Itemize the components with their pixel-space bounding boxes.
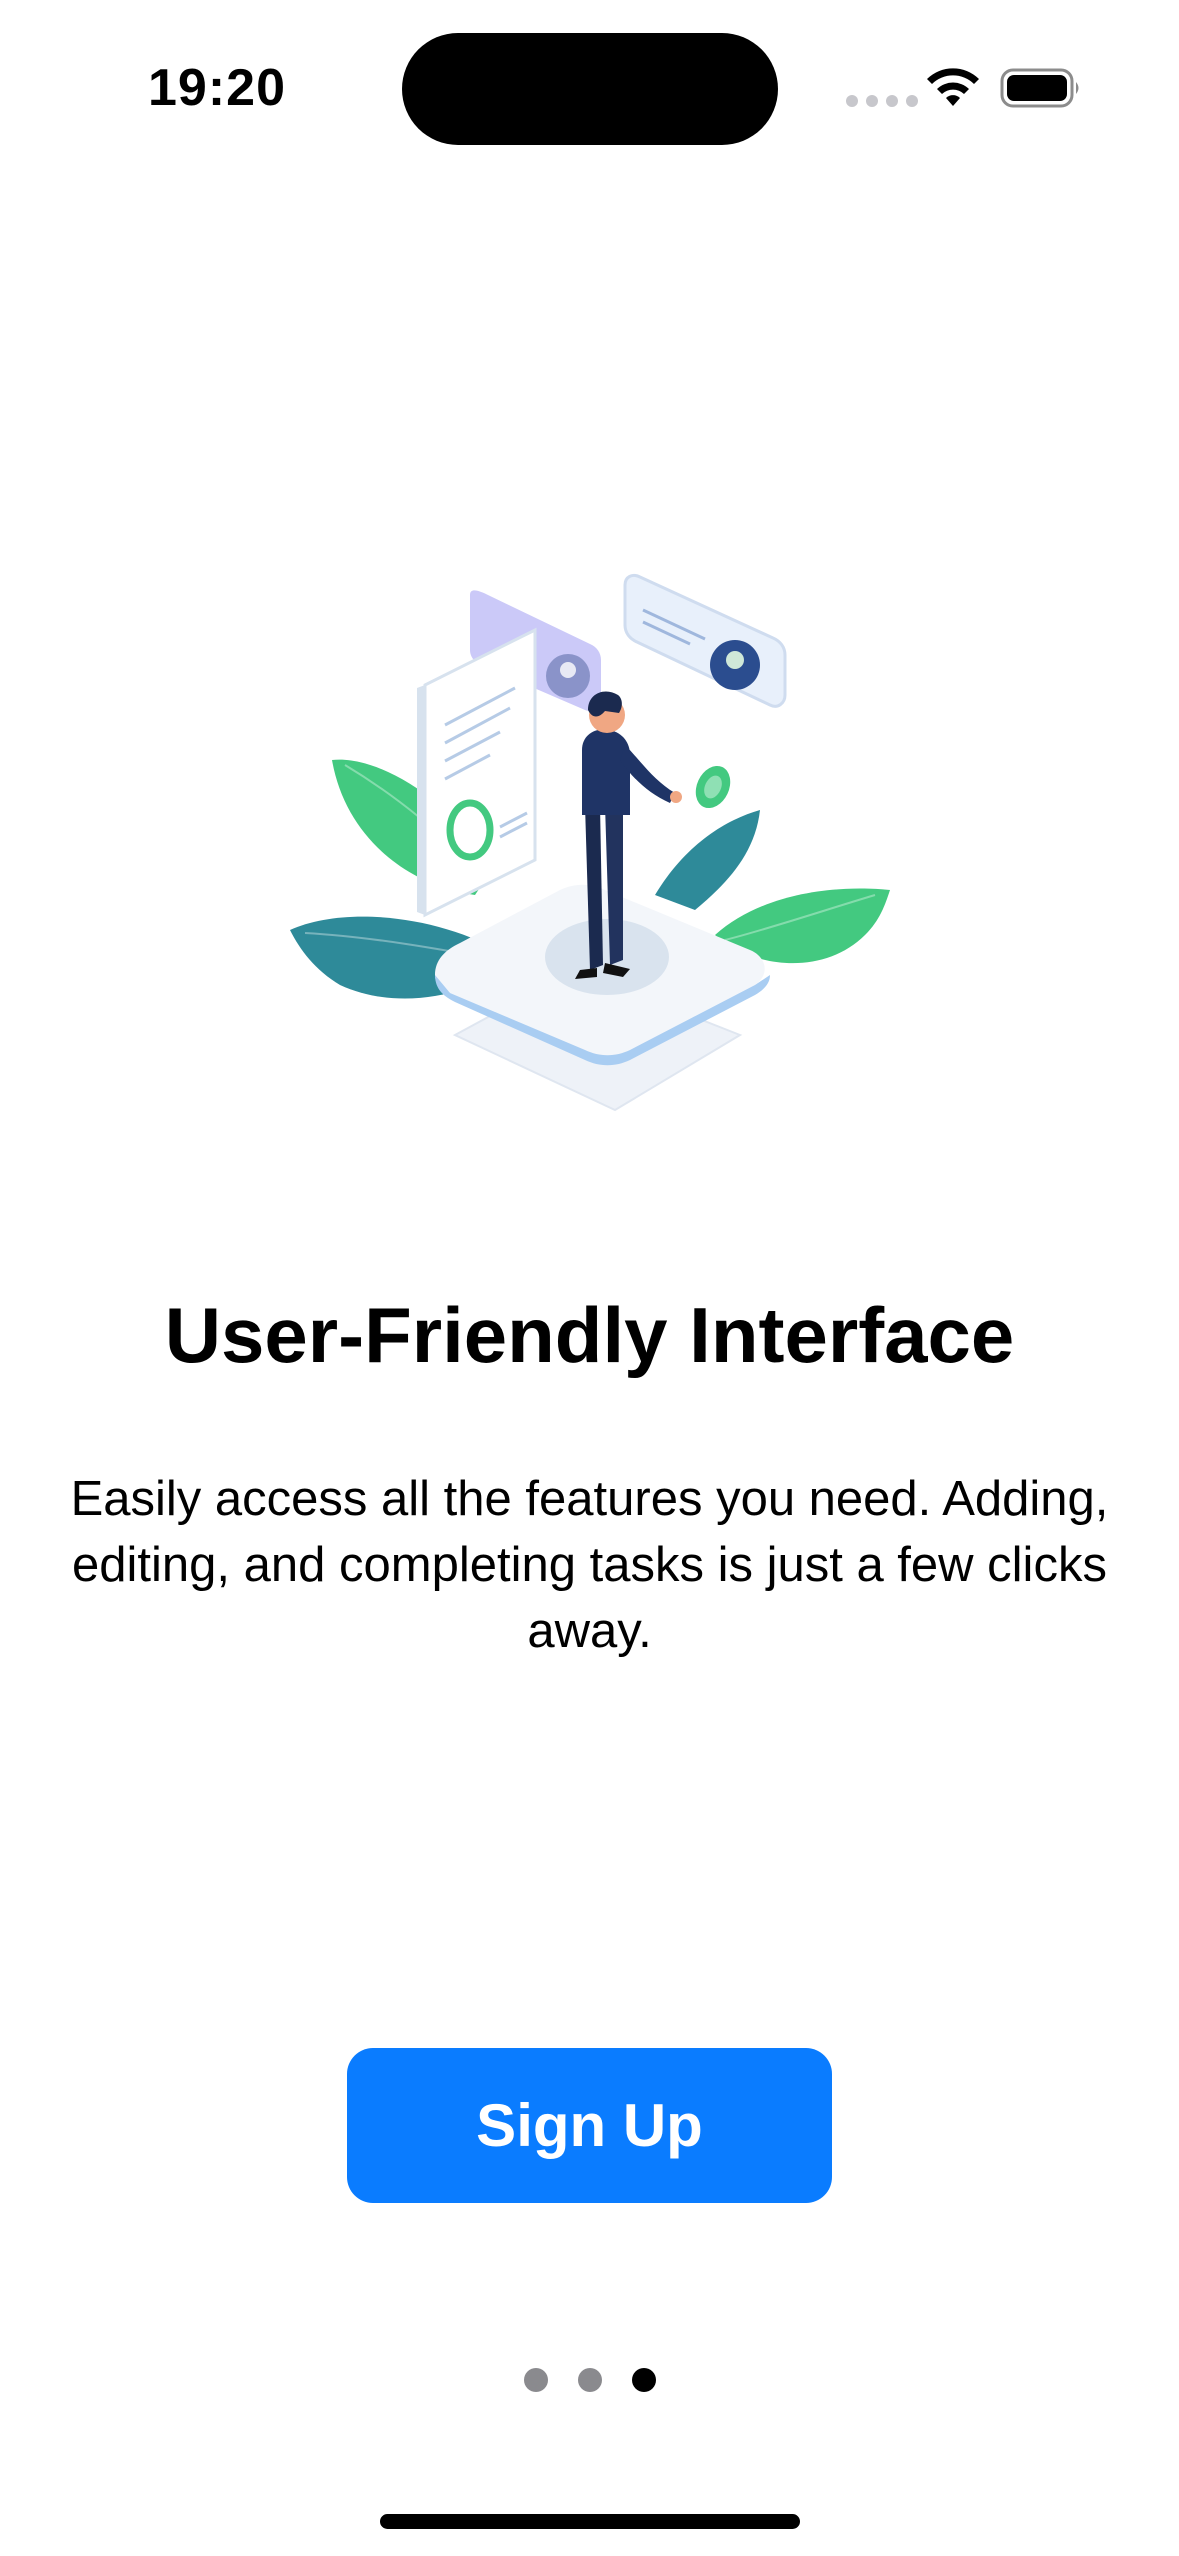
page-dot-3[interactable] <box>632 2368 656 2392</box>
document-card <box>423 627 537 918</box>
page-indicator[interactable] <box>524 2368 656 2392</box>
status-time: 19:20 <box>148 59 286 117</box>
wifi-icon <box>927 68 979 106</box>
cellular-signal-icon <box>846 95 918 107</box>
battery-icon <box>1000 68 1079 108</box>
onboarding-description: Easily access all the features you need.… <box>70 1472 1109 1658</box>
suit-jacket <box>582 729 630 815</box>
page-dot-2[interactable] <box>578 2368 602 2392</box>
home-indicator[interactable] <box>380 2514 800 2529</box>
page-dot-1[interactable] <box>524 2368 548 2392</box>
onboarding-illustration <box>290 573 890 1112</box>
onboarding-title: User-Friendly Interface <box>164 1291 1015 1379</box>
profile-card-blue <box>623 573 787 708</box>
leaf-right-teal <box>655 810 760 910</box>
sign-up-button[interactable]: Sign Up <box>347 2048 832 2203</box>
dynamic-island <box>402 33 778 145</box>
